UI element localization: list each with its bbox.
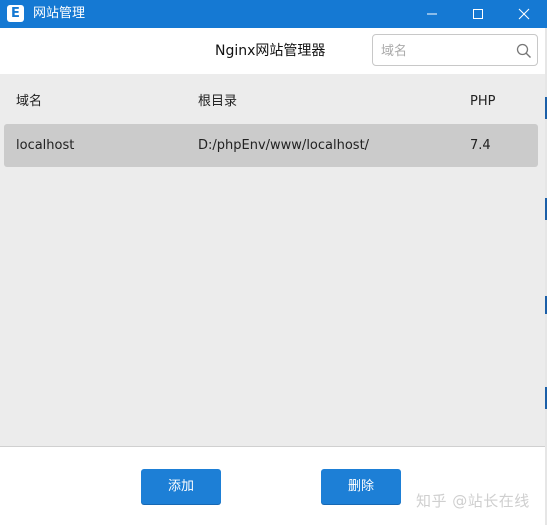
column-header-root[interactable]: 根目录: [198, 74, 237, 130]
maximize-icon: [473, 9, 483, 19]
maximize-button[interactable]: [455, 0, 501, 28]
search-box[interactable]: [372, 34, 538, 67]
column-header-php[interactable]: PHP: [470, 74, 495, 130]
watermark: 知乎 @站长在线: [416, 492, 530, 510]
search-icon[interactable]: [516, 43, 532, 59]
column-header-domain[interactable]: 域名: [16, 74, 42, 130]
title-bar[interactable]: E 网站管理: [0, 0, 547, 28]
site-list[interactable]: 域名 根目录 PHP localhost D:/phpEnv/www/local…: [0, 74, 546, 447]
app-icon: E: [7, 5, 24, 22]
window-title: 网站管理: [33, 6, 86, 21]
close-button[interactable]: [501, 0, 547, 28]
page-title: Nginx网站管理器: [215, 43, 326, 59]
header-bar: Nginx网站管理器: [0, 28, 547, 75]
minimize-icon: [427, 13, 437, 15]
add-button[interactable]: 添加: [141, 469, 221, 504]
cell-domain: localhost: [16, 138, 75, 153]
close-icon: [518, 8, 530, 20]
minimize-button[interactable]: [409, 0, 455, 28]
delete-button[interactable]: 删除: [321, 469, 401, 504]
search-input[interactable]: [379, 35, 511, 67]
cell-root: D:/phpEnv/www/localhost/: [198, 138, 370, 153]
table-row[interactable]: localhost D:/phpEnv/www/localhost/ 7.4: [4, 124, 538, 167]
cell-php: 7.4: [470, 138, 491, 153]
